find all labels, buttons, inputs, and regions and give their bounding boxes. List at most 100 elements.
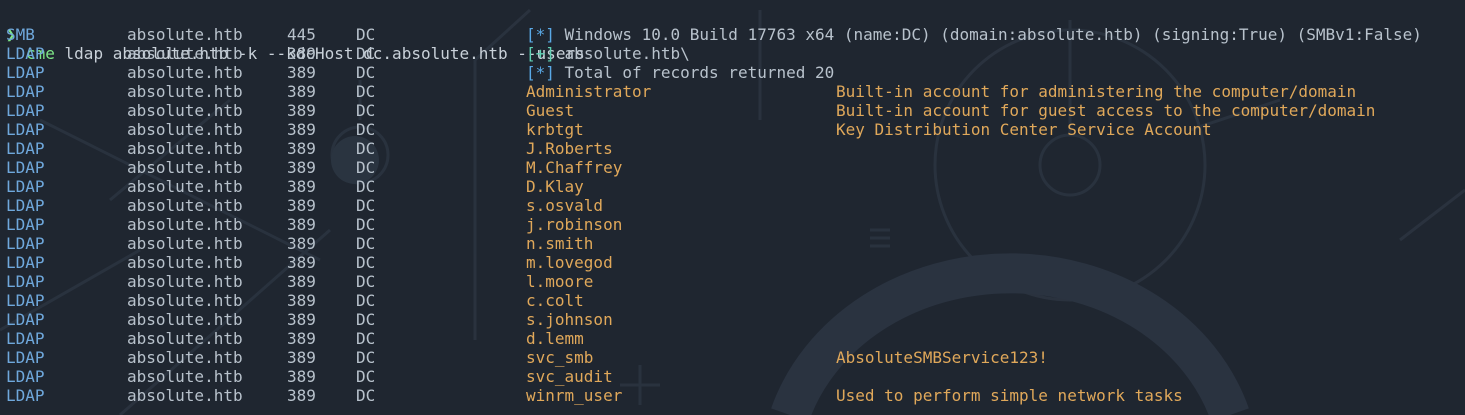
status-text: Total of records returned 20 <box>564 63 835 82</box>
username-label: Administrator <box>526 82 652 101</box>
host-label: absolute.htb <box>127 291 243 310</box>
netbios-name-label: DC <box>356 120 376 139</box>
netbios-name-label: DC <box>356 63 376 82</box>
status-text: Windows 10.0 Build 17763 x64 (name:DC) (… <box>564 25 1422 44</box>
host-label: absolute.htb <box>127 177 243 196</box>
user-description: AbsoluteSMBService123! <box>836 348 1048 367</box>
host-label: absolute.htb <box>127 253 243 272</box>
port-label: 389 <box>287 177 316 196</box>
netbios-name-label: DC <box>356 367 376 386</box>
username-label: krbtgt <box>526 120 584 139</box>
username-label: d.lemm <box>526 329 584 348</box>
output-line: LDAP absolute.htb 389 DC [*] Total of record… <box>0 63 1465 82</box>
host-label: absolute.htb <box>127 44 243 63</box>
host-label: absolute.htb <box>127 101 243 120</box>
netbios-name-label: DC <box>356 177 376 196</box>
port-label: 389 <box>287 215 316 234</box>
output-line: LDAP absolute.htb 389 DC [+] absolute.htb\ <box>0 44 1465 63</box>
port-label: 389 <box>287 82 316 101</box>
username-label: m.lovegod <box>526 253 613 272</box>
username-label: c.colt <box>526 291 584 310</box>
protocol-label: LDAP <box>6 177 45 196</box>
port-label: 389 <box>287 367 316 386</box>
host-label: absolute.htb <box>127 367 243 386</box>
username-label: winrm_user <box>526 386 623 405</box>
port-label: 389 <box>287 63 316 82</box>
host-label: absolute.htb <box>127 348 243 367</box>
protocol-label: LDAP <box>6 158 45 177</box>
terminal-window[interactable]: ❯ cme ldap absolute.htb -k --kdcHost dc.… <box>0 0 1465 415</box>
user-description: Key Distribution Center Service Account <box>836 120 1212 139</box>
host-label: absolute.htb <box>127 215 243 234</box>
port-label: 389 <box>287 196 316 215</box>
username-label: Guest <box>526 101 575 120</box>
netbios-name-label: DC <box>356 272 376 291</box>
user-row: LDAP absolute.htb 389 DC s.johnson <box>0 310 1465 329</box>
user-row: LDAP absolute.htb 389 DC winrm_user Used to p… <box>0 386 1465 405</box>
username-label: D.Klay <box>526 177 584 196</box>
netbios-name-label: DC <box>356 158 376 177</box>
port-label: 389 <box>287 348 316 367</box>
username-label: n.smith <box>526 234 594 253</box>
user-row: LDAP absolute.htb 389 DC D.Klay <box>0 177 1465 196</box>
protocol-label: LDAP <box>6 63 45 82</box>
user-row: LDAP absolute.htb 389 DC svc_audit <box>0 367 1465 386</box>
host-label: absolute.htb <box>127 63 243 82</box>
netbios-name-label: DC <box>356 329 376 348</box>
protocol-label: LDAP <box>6 139 45 158</box>
host-label: absolute.htb <box>127 234 243 253</box>
protocol-label: LDAP <box>6 44 45 63</box>
protocol-label: LDAP <box>6 120 45 139</box>
protocol-label: LDAP <box>6 253 45 272</box>
netbios-name-label: DC <box>356 234 376 253</box>
protocol-label: LDAP <box>6 101 45 120</box>
port-label: 389 <box>287 329 316 348</box>
host-label: absolute.htb <box>127 310 243 329</box>
user-row: LDAP absolute.htb 389 DC c.colt <box>0 291 1465 310</box>
user-row: LDAP absolute.htb 389 DC d.lemm <box>0 329 1465 348</box>
port-label: 389 <box>287 139 316 158</box>
user-row: LDAP absolute.htb 389 DC M.Chaffrey <box>0 158 1465 177</box>
protocol-label: LDAP <box>6 291 45 310</box>
user-row: LDAP absolute.htb 389 DC n.smith <box>0 234 1465 253</box>
port-label: 389 <box>287 234 316 253</box>
user-row: LDAP absolute.htb 389 DC J.Roberts <box>0 139 1465 158</box>
prompt-line: ❯ cme ldap absolute.htb -k --kdcHost dc.… <box>0 6 1465 63</box>
user-row: LDAP absolute.htb 389 DC Administrator Built-… <box>0 82 1465 101</box>
netbios-name-label: DC <box>356 253 376 272</box>
netbios-name-label: DC <box>356 139 376 158</box>
output-block: SMB absolute.htb 445 DC [*] Windows 10.0 Bui… <box>0 25 1465 405</box>
netbios-name-label: DC <box>356 348 376 367</box>
protocol-label: SMB <box>6 25 35 44</box>
username-label: M.Chaffrey <box>526 158 623 177</box>
protocol-label: LDAP <box>6 348 45 367</box>
username-label: s.johnson <box>526 310 613 329</box>
port-label: 389 <box>287 158 316 177</box>
protocol-label: LDAP <box>6 272 45 291</box>
netbios-name-label: DC <box>356 291 376 310</box>
username-label: j.robinson <box>526 215 623 234</box>
status-message: [*] Windows 10.0 Build 17763 x64 (name:D… <box>526 25 1422 44</box>
host-label: absolute.htb <box>127 196 243 215</box>
host-label: absolute.htb <box>127 386 243 405</box>
netbios-name-label: DC <box>356 25 376 44</box>
user-row: LDAP absolute.htb 389 DC m.lovegod <box>0 253 1465 272</box>
port-label: 389 <box>287 386 316 405</box>
port-label: 389 <box>287 101 316 120</box>
netbios-name-label: DC <box>356 44 376 63</box>
port-label: 389 <box>287 272 316 291</box>
netbios-name-label: DC <box>356 310 376 329</box>
user-row: LDAP absolute.htb 389 DC j.robinson <box>0 215 1465 234</box>
user-row: LDAP absolute.htb 389 DC s.osvald <box>0 196 1465 215</box>
host-label: absolute.htb <box>127 139 243 158</box>
username-label: svc_smb <box>526 348 594 367</box>
user-description: Built-in account for administering the c… <box>836 82 1357 101</box>
status-text: absolute.htb\ <box>564 44 690 63</box>
protocol-label: LDAP <box>6 215 45 234</box>
username-label: svc_audit <box>526 367 613 386</box>
port-label: 389 <box>287 253 316 272</box>
netbios-name-label: DC <box>356 196 376 215</box>
user-row: LDAP absolute.htb 389 DC Guest Built-in accou… <box>0 101 1465 120</box>
host-label: absolute.htb <box>127 120 243 139</box>
port-label: 389 <box>287 310 316 329</box>
